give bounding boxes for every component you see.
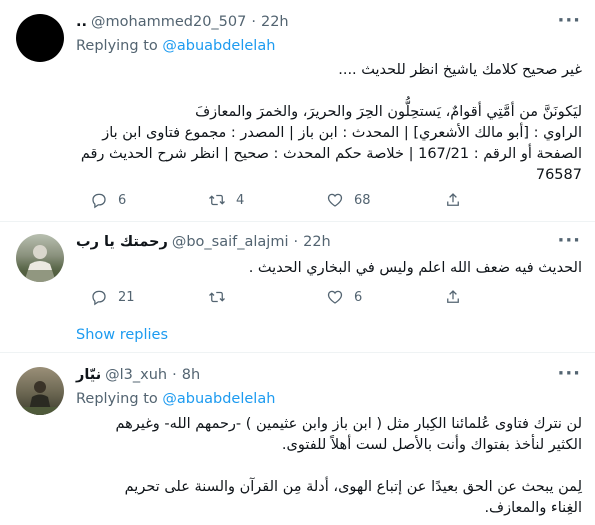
share-icon xyxy=(447,290,459,303)
mention-link[interactable]: @abuabdelelah xyxy=(162,38,275,54)
divider xyxy=(0,221,595,222)
share-button[interactable] xyxy=(444,288,472,306)
share-icon xyxy=(447,193,459,206)
display-name[interactable]: .. xyxy=(76,14,87,30)
retweet-button[interactable]: 4 xyxy=(208,191,326,209)
retweet-icon xyxy=(209,194,225,206)
like-button[interactable]: 68 xyxy=(326,191,444,209)
more-icon[interactable]: ··· xyxy=(557,230,581,251)
like-count: 68 xyxy=(354,192,371,208)
reply-icon xyxy=(92,290,106,306)
avatar-image xyxy=(16,245,64,282)
avatar[interactable] xyxy=(16,234,64,282)
tweet-actions: 6 4 68 xyxy=(90,191,510,209)
mention-link[interactable]: @abuabdelelah xyxy=(162,391,275,407)
share-button[interactable] xyxy=(444,191,472,209)
reply-icon xyxy=(92,193,106,209)
handle[interactable]: @mohammed20_507 xyxy=(91,14,246,30)
replying-to: Replying to @abuabdelelah xyxy=(76,391,276,407)
more-icon[interactable]: ··· xyxy=(557,363,581,384)
more-icon[interactable]: ··· xyxy=(557,10,581,31)
tweet-text: لن نترك فتاوى عُلمائنا الكِبار مثل ( ابن… xyxy=(115,416,582,516)
handle[interactable]: @bo_saif_alajmi xyxy=(172,234,289,250)
avatar[interactable] xyxy=(16,14,64,62)
retweet-count: 4 xyxy=(236,192,245,208)
reply-button[interactable]: 6 xyxy=(90,191,208,209)
timestamp[interactable]: 8h xyxy=(182,367,200,383)
retweet-button[interactable] xyxy=(208,288,326,306)
tweet-text: الحديث فيه ضعف الله اعلم وليس في البخاري… xyxy=(248,260,582,276)
reply-count: 21 xyxy=(118,289,135,305)
display-name[interactable]: نيّار xyxy=(76,367,101,383)
reply-count: 6 xyxy=(118,192,127,208)
display-name[interactable]: رحمتك يا رب xyxy=(76,234,168,250)
tweet-text: غير صحيح كلامك ياشيخ انظر للحديث .... لي… xyxy=(80,62,582,183)
like-count: 6 xyxy=(354,289,363,305)
reply-button[interactable]: 21 xyxy=(90,288,208,306)
avatar-image xyxy=(16,381,64,415)
avatar[interactable] xyxy=(16,367,64,415)
like-button[interactable]: 6 xyxy=(326,288,444,306)
tweet-actions: 21 6 xyxy=(90,288,510,306)
heart-icon xyxy=(327,193,343,207)
replying-to: Replying to @abuabdelelah xyxy=(76,38,276,54)
retweet-icon xyxy=(209,291,225,303)
heart-icon xyxy=(327,290,343,304)
show-replies-link[interactable]: Show replies xyxy=(76,327,168,343)
handle[interactable]: @l3_xuh xyxy=(105,367,167,383)
timestamp[interactable]: 22h xyxy=(303,234,331,250)
timestamp[interactable]: 22h xyxy=(261,14,289,30)
divider xyxy=(0,352,595,353)
